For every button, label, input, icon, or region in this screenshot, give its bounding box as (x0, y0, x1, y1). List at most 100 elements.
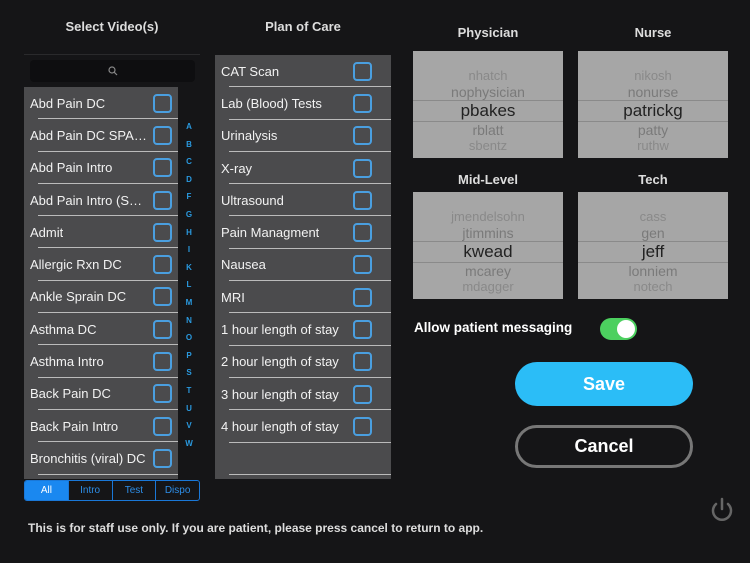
video-item[interactable]: Abd Pain Intro (24, 152, 178, 185)
video-item[interactable]: Asthma DC (24, 313, 178, 346)
index-letter[interactable]: O (181, 329, 197, 347)
filter-segmented-control[interactable]: All Intro Test Dispo (24, 480, 200, 501)
index-letter[interactable]: H (181, 224, 197, 242)
plan-item[interactable]: 3 hour length of stay (215, 378, 391, 411)
search-input[interactable] (30, 60, 195, 82)
checkbox[interactable] (353, 320, 372, 340)
checkbox[interactable] (353, 61, 372, 81)
picker-item[interactable]: sbentz (413, 138, 563, 154)
checkbox[interactable] (153, 125, 172, 145)
plan-item[interactable]: CAT Scan (215, 55, 391, 88)
checkbox[interactable] (353, 255, 372, 275)
picker-selected-item[interactable]: patrickg (578, 100, 728, 122)
checkbox[interactable] (353, 158, 372, 178)
picker-item[interactable]: mcarey (413, 263, 563, 279)
tech-picker[interactable]: cass gen jeff lonniem notech (578, 192, 728, 299)
plan-item[interactable]: 4 hour length of stay (215, 410, 391, 443)
picker-item[interactable]: notech (578, 279, 728, 295)
picker-selected-item[interactable]: pbakes (413, 100, 563, 122)
index-letter[interactable]: K (181, 259, 197, 277)
index-letter[interactable]: W (181, 435, 197, 453)
plan-item[interactable]: Ultrasound (215, 184, 391, 217)
picker-item[interactable]: jtimmins (413, 225, 563, 241)
video-item[interactable]: Ankle Sprain DC (24, 281, 178, 314)
checkbox[interactable] (353, 223, 372, 243)
picker-item[interactable]: gen (578, 225, 728, 241)
index-letter[interactable]: C (181, 153, 197, 171)
plan-item[interactable]: Nausea (215, 249, 391, 282)
picker-item[interactable]: mdagger (413, 279, 563, 295)
picker-item[interactable]: lonniem (578, 263, 728, 279)
index-letter[interactable]: G (181, 206, 197, 224)
messaging-toggle[interactable] (600, 318, 637, 340)
picker-item[interactable]: ruthw (578, 138, 728, 154)
picker-item[interactable]: nhatch (413, 68, 563, 84)
plan-item[interactable]: Urinalysis (215, 120, 391, 153)
index-letter[interactable]: L (181, 276, 197, 294)
index-letter[interactable]: I (181, 241, 197, 259)
checkbox[interactable] (153, 352, 172, 372)
video-item[interactable]: Back Pain Intro (24, 410, 178, 443)
video-item[interactable]: Admit (24, 216, 178, 249)
checkbox[interactable] (353, 352, 372, 372)
plan-item[interactable]: X-ray (215, 152, 391, 185)
picker-item[interactable]: cass (578, 209, 728, 225)
index-letter[interactable]: U (181, 400, 197, 418)
plan-item[interactable]: MRI (215, 281, 391, 314)
power-icon[interactable] (708, 495, 736, 523)
plan-item[interactable]: Pain Managment (215, 216, 391, 250)
checkbox[interactable] (153, 319, 172, 339)
filter-intro[interactable]: Intro (67, 481, 112, 500)
index-letter[interactable]: F (181, 188, 197, 206)
nurse-picker[interactable]: nikosh nonurse patrickg patty ruthw (578, 51, 728, 158)
video-item[interactable]: Bronchitis (viral) DC (24, 442, 178, 475)
picker-item[interactable]: patty (578, 122, 728, 138)
index-letter[interactable]: T (181, 382, 197, 400)
checkbox[interactable] (153, 222, 172, 242)
picker-selected-item[interactable]: jeff (578, 241, 728, 263)
save-button[interactable]: Save (515, 362, 693, 406)
video-item[interactable]: Allergic Rxn DC (24, 248, 178, 282)
plan-item[interactable]: 1 hour length of stay (215, 313, 391, 346)
checkbox[interactable] (153, 255, 172, 275)
checkbox[interactable] (353, 384, 372, 404)
picker-item[interactable]: nikosh (578, 68, 728, 84)
picker-item[interactable]: jmendelsohn (413, 209, 563, 225)
checkbox[interactable] (153, 93, 172, 113)
picker-item[interactable]: rblatt (413, 122, 563, 138)
checkbox[interactable] (153, 416, 172, 436)
picker-item[interactable]: nophysician (413, 84, 563, 100)
checkbox[interactable] (353, 126, 372, 146)
checkbox[interactable] (353, 287, 372, 307)
checkbox[interactable] (153, 384, 172, 404)
index-letter[interactable]: V (181, 417, 197, 435)
video-item[interactable]: Back Pain DC (24, 378, 178, 411)
video-item[interactable]: Asthma Intro (24, 345, 178, 378)
filter-test[interactable]: Test (111, 481, 156, 500)
checkbox[interactable] (353, 190, 372, 210)
index-letter[interactable]: A (181, 118, 197, 136)
index-letter[interactable]: S (181, 364, 197, 382)
filter-all[interactable]: All (25, 481, 68, 500)
picker-selected-item[interactable]: kwead (413, 241, 563, 263)
index-letter[interactable]: M (181, 294, 197, 312)
index-letter[interactable]: B (181, 136, 197, 154)
video-item[interactable]: Abd Pain Intro (SPANISH) (24, 184, 178, 217)
plan-of-care-list[interactable]: CAT Scan Lab (Blood) Tests Urinalysis X-ray… (215, 55, 391, 479)
index-letter[interactable]: N (181, 312, 197, 330)
physician-picker[interactable]: nhatch nophysician pbakes rblatt sbentz (413, 51, 563, 158)
cancel-button[interactable]: Cancel (515, 425, 693, 468)
checkbox[interactable] (153, 190, 172, 210)
checkbox[interactable] (353, 93, 372, 113)
plan-item[interactable]: 2 hour length of stay (215, 346, 391, 379)
checkbox[interactable] (153, 287, 172, 307)
checkbox[interactable] (353, 416, 372, 436)
alpha-index[interactable]: ABCDFGHIKLMNOPSTUVW (181, 118, 197, 452)
filter-dispo[interactable]: Dispo (155, 481, 199, 500)
video-list[interactable]: Abd Pain DC Abd Pain DC SPANISH Abd Pain I… (24, 87, 178, 479)
picker-item[interactable]: nonurse (578, 84, 728, 100)
video-item[interactable]: Abd Pain DC (24, 87, 178, 120)
plan-item[interactable]: Lab (Blood) Tests (215, 87, 391, 120)
midlevel-picker[interactable]: jmendelsohn jtimmins kwead mcarey mdagger (413, 192, 563, 299)
index-letter[interactable]: P (181, 347, 197, 365)
